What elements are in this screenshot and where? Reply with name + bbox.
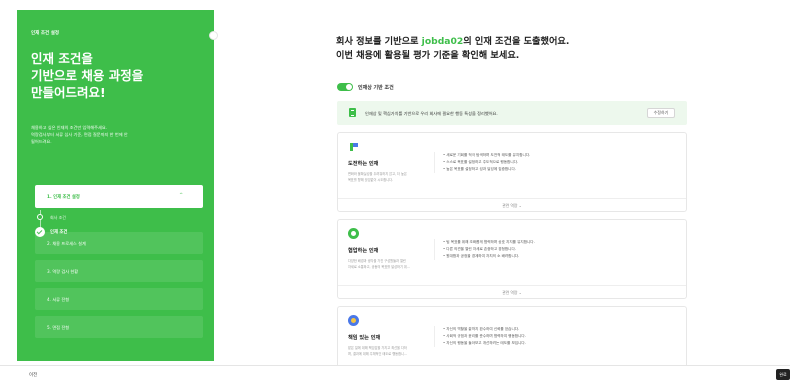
responsibility-icon	[348, 315, 359, 326]
step-4[interactable]: 4. 서류 전형	[35, 288, 203, 310]
edit-button[interactable]: 수정하기	[647, 108, 675, 118]
step-label: 5. 면접 전형	[47, 325, 70, 330]
sidebar-desc-line: 채용하고 싶은 인재의 조건만 입력해주세요.	[31, 125, 108, 130]
previous-button[interactable]: 이전	[29, 372, 37, 378]
step-1-active[interactable]: 1. 인재 조건 설정 ^	[35, 185, 203, 208]
card-bullets: • 팀 목표를 위해 조화롭게 협력하며 상호 지지를 유지합니다. • 다른 …	[434, 239, 674, 260]
sidebar: 인재 조건 설정 인재 조건을 기반으로 채용 과정을 만들어드려요! 채용하고…	[17, 10, 214, 361]
substep-dot-icon	[37, 214, 43, 220]
bullet-text: 원대함과 공정을 경계하여 자치의 소 배려합니다.	[446, 254, 520, 258]
sidebar-overline: 인재 조건 설정	[31, 31, 59, 36]
talent-card: 협업하는 인재 다양한 배경과 생각을 가진 구성원들과 열린 자세로 소통하고…	[337, 219, 687, 299]
notice-banner: 인재상 및 핵심가치를 기반으로 우리 회사에 필요한 행동 특성을 정리했어요…	[337, 101, 687, 125]
talent-based-toggle[interactable]	[337, 83, 353, 91]
title-suffix: 의 인재 조건을 도출했어요.	[463, 36, 570, 47]
chevron-up-icon: ^	[179, 193, 183, 198]
toggle-label: 인재상 기반 조건	[358, 85, 394, 91]
notice-text: 인재상 및 핵심가치를 기반으로 우리 회사에 필요한 행동 특성을 정리했어요…	[365, 111, 498, 116]
company-name: jobda02	[421, 36, 464, 47]
step-label: 2. 채용 프로세스 설계	[47, 241, 86, 246]
bullet-text: 스스로 목표를 설정하고 주도적으로 행동합니다.	[446, 160, 519, 164]
step-label: 1. 인재 조건 설정	[47, 195, 80, 200]
talent-card: 책임 있는 인재 맡은 일에 대해 책임감을 가지고 최선을 다하 며, 결과에…	[337, 306, 687, 365]
bullet-item: • 높은 목표를 설정하고 성과 달성에 집중합니다.	[443, 167, 516, 171]
sidebar-collapse-handle[interactable]	[209, 31, 218, 40]
bullet-text: 팀 목표를 위해 조화롭게 협력하며 상호 지지를 유지합니다.	[446, 240, 535, 244]
card-title: 책임 있는 인재	[348, 335, 381, 341]
flag-icon	[348, 141, 359, 152]
bullet-text: 높은 목표를 설정하고 성과 달성에 집중합니다.	[446, 167, 516, 171]
page-title: 회사 정보를 기반으로 jobda02의 인재 조건을 도출했어요. 이번 채용…	[336, 35, 569, 63]
step-3[interactable]: 3. 역량 검사 현황	[35, 260, 203, 282]
sidebar-title-line: 기반으로 채용 과정을	[31, 68, 144, 83]
bullet-item: • 스스로 목표를 설정하고 주도적으로 행동합니다.	[443, 160, 519, 164]
card-desc-line: 목표를 향해 끊임없이 시도합니다.	[348, 177, 394, 182]
bullet-text: 새로운 기회를 적극 탐색하며 도전적 태도를 유지합니다.	[446, 153, 531, 157]
sidebar-title-line: 인재 조건을	[31, 51, 93, 66]
sidebar-title-line: 만들어드려요!	[31, 85, 106, 100]
bullet-text: 다른 의견을 열린 자세로 존중하고 경청합니다.	[446, 247, 516, 251]
bullet-text: 자신의 행동을 돌아보고 개선하려는 태도를 보입니다.	[446, 341, 526, 345]
bullet-item: • 사회적 규범과 윤리를 준수하며 협력하여 행동합니다.	[443, 334, 526, 338]
sidebar-description: 채용하고 싶은 인재의 조건만 입력해주세요. 역량검사부터 서류 심사 기준,…	[31, 124, 207, 145]
card-description: 변화와 불확실성을 두려워하지 않고, 더 높은 목표를 향해 끊임없이 시도합…	[348, 172, 428, 183]
card-description: 맡은 일에 대해 책임감을 가지고 최선을 다하 며, 결과에 대해 주체적인 …	[348, 346, 428, 357]
bullet-item: • 팀 목표를 위해 조화롭게 협력하며 상호 지지를 유지합니다.	[443, 240, 535, 244]
page-root: 인재 조건 설정 인재 조건을 기반으로 채용 과정을 만들어드려요! 채용하고…	[0, 0, 790, 384]
related-competency-toggle[interactable]: 관련 역량 ⌄	[338, 198, 686, 211]
card-bullets: • 새로운 기회를 적극 탐색하며 도전적 태도를 유지합니다. • 스스로 목…	[434, 152, 674, 173]
bullet-text: 사회적 규범과 윤리를 준수하며 협력하여 행동합니다.	[446, 334, 526, 338]
sidebar-desc-line: 역량검사부터 서류 심사 기준, 면접 질문까지 한 번에 안	[31, 132, 128, 137]
bullet-item: • 자신의 행동을 돌아보고 개선하려는 태도를 보입니다.	[443, 341, 526, 345]
title-line-1: 회사 정보를 기반으로 jobda02의 인재 조건을 도출했어요.	[336, 35, 569, 49]
bullet-item: • 새로운 기회를 적극 탐색하며 도전적 태도를 유지합니다.	[443, 153, 531, 157]
step-label: 3. 역량 검사 현황	[47, 269, 79, 274]
related-competency-toggle[interactable]: 관련 역량 ⌄	[338, 285, 686, 298]
step-label: 4. 서류 전형	[47, 297, 70, 302]
substep-company[interactable]: 회사 조건	[50, 215, 66, 221]
done-button[interactable]: 완료	[776, 369, 790, 380]
footer-bar: 이전 완료	[0, 365, 790, 384]
talent-card: 도전하는 인재 변화와 불확실성을 두려워하지 않고, 더 높은 목표를 향해 …	[337, 132, 687, 212]
document-icon	[349, 108, 356, 117]
card-description: 다양한 배경과 생각을 가진 구성원들과 열린 자세로 소통하고, 공동의 목표…	[348, 259, 428, 270]
bullet-item: • 자신의 역할을 끝까지 완수하여 신뢰를 얻습니다.	[443, 327, 520, 331]
title-prefix: 회사 정보를 기반으로	[336, 36, 422, 47]
bullet-text: 자신의 역할을 끝까지 완수하여 신뢰를 얻습니다.	[446, 327, 520, 331]
card-desc-line: 자세로 소통하고, 공동의 목표를 달성하기 위...	[348, 264, 410, 269]
collaboration-icon	[348, 228, 359, 239]
card-title: 협업하는 인재	[348, 248, 379, 254]
title-line-2: 이번 채용에 활용될 평가 기준을 확인해 보세요.	[336, 50, 520, 61]
card-bullets: • 자신의 역할을 끝까지 완수하여 신뢰를 얻습니다. • 사회적 규범과 윤…	[434, 326, 674, 347]
sidebar-desc-line: 될어드려요.	[31, 139, 52, 144]
step-2[interactable]: 2. 채용 프로세스 설계	[35, 232, 203, 254]
step-5[interactable]: 5. 면접 전형	[35, 316, 203, 338]
bullet-item: • 원대함과 공정을 경계하여 자치의 소 배려합니다.	[443, 254, 520, 258]
sidebar-title: 인재 조건을 기반으로 채용 과정을 만들어드려요!	[31, 50, 201, 101]
bullet-item: • 다른 의견을 열린 자세로 존중하고 경청합니다.	[443, 247, 516, 251]
card-title: 도전하는 인재	[348, 161, 379, 167]
card-desc-line: 며, 결과에 대해 주체적인 태도로 행동합니...	[348, 351, 407, 356]
